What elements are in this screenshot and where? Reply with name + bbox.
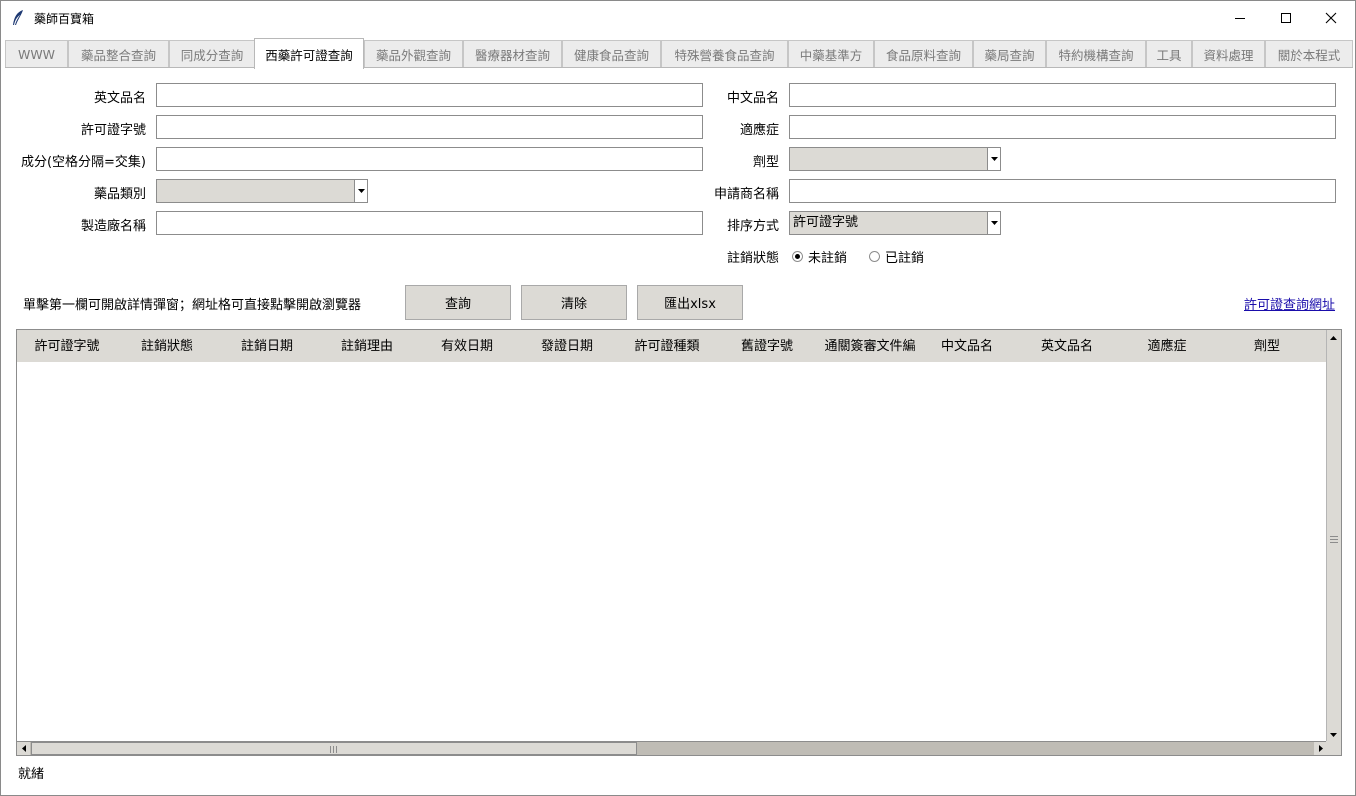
- tab-about[interactable]: 關於本程式: [1265, 40, 1353, 68]
- tab-drug-appearance[interactable]: 藥品外觀查詢: [364, 40, 463, 68]
- window-title: 藥師百寶箱: [34, 12, 95, 26]
- english-name-label: 英文品名: [93, 91, 146, 106]
- maximize-button[interactable]: [1263, 1, 1309, 35]
- horizontal-scrollbar[interactable]: [17, 741, 1327, 755]
- indication-label: 適應症: [739, 123, 779, 138]
- app-window: 藥師百寶箱 WWW 藥品整合查詢 同成分查詢 西藥許可證查詢 藥品外觀查詢 醫療…: [0, 0, 1356, 796]
- tab-www[interactable]: WWW: [5, 40, 68, 68]
- english-name-input[interactable]: [156, 83, 703, 107]
- column-header[interactable]: 英文品名: [1017, 330, 1117, 362]
- scrollbar-corner: [1326, 741, 1341, 755]
- chinese-name-label: 中文品名: [726, 91, 779, 106]
- close-button[interactable]: [1308, 1, 1354, 35]
- drug-category-select[interactable]: [156, 179, 368, 203]
- scroll-left-icon[interactable]: [17, 742, 30, 755]
- scroll-up-icon[interactable]: [1327, 331, 1340, 344]
- title-bar: 藥師百寶箱: [1, 1, 1355, 35]
- column-header[interactable]: 中文品名: [917, 330, 1017, 362]
- sort-by-label: 排序方式: [726, 219, 779, 234]
- cancel-status-label: 註銷狀態: [726, 251, 779, 266]
- tab-chinese-formula[interactable]: 中藥基準方: [788, 40, 874, 68]
- minimize-icon: [1235, 18, 1245, 19]
- radio-not-cancelled-label: 未註銷: [808, 251, 848, 266]
- indication-input[interactable]: [789, 115, 1336, 139]
- tab-food-ingredient[interactable]: 食品原料查詢: [874, 40, 973, 68]
- radio-checked-icon: [792, 251, 803, 262]
- maximize-icon: [1281, 13, 1291, 23]
- radio-unchecked-icon: [869, 251, 880, 262]
- status-bar: 就緒: [18, 767, 45, 782]
- applicant-label: 申請商名稱: [713, 187, 779, 202]
- usage-hint: 單擊第一欄可開啟詳情彈窗；網址格可直接點擊開啟瀏覽器: [23, 298, 362, 313]
- tab-tools[interactable]: 工具: [1146, 40, 1192, 68]
- tab-medical-device[interactable]: 醫療器材查詢: [463, 40, 562, 68]
- manufacturer-label: 製造廠名稱: [80, 219, 146, 234]
- chevron-down-icon: [987, 148, 1000, 170]
- dosage-form-select[interactable]: [789, 147, 1001, 171]
- column-header[interactable]: 許可證字號: [17, 330, 117, 362]
- column-header[interactable]: 通關簽審文件編: [823, 330, 917, 362]
- scroll-down-icon[interactable]: [1327, 728, 1340, 741]
- tab-drug-integrated[interactable]: 藥品整合查詢: [68, 40, 169, 68]
- drug-category-label: 藥品類別: [93, 187, 146, 202]
- applicant-input[interactable]: [789, 179, 1336, 203]
- column-header[interactable]: 許可證種類: [617, 330, 717, 362]
- column-header[interactable]: 適應症: [1117, 330, 1217, 362]
- feather-icon: [13, 10, 23, 25]
- license-no-label: 許可證字號: [80, 123, 146, 138]
- radio-cancelled[interactable]: 已註銷: [869, 247, 924, 266]
- manufacturer-input[interactable]: [156, 211, 703, 235]
- column-header[interactable]: 舊證字號: [717, 330, 817, 362]
- column-header[interactable]: 註銷理由: [317, 330, 417, 362]
- tab-health-food[interactable]: 健康食品查詢: [562, 40, 661, 68]
- dosage-form-label: 劑型: [752, 155, 779, 170]
- chevron-down-icon: [354, 180, 367, 202]
- column-header[interactable]: 註銷狀態: [117, 330, 217, 362]
- radio-cancelled-label: 已註銷: [885, 251, 925, 266]
- sort-by-value: 許可證字號: [793, 215, 859, 230]
- chinese-name-input[interactable]: [789, 83, 1336, 107]
- tab-contracted-institution[interactable]: 特約機構查詢: [1046, 40, 1146, 68]
- column-header[interactable]: 註銷日期: [217, 330, 317, 362]
- license-no-input[interactable]: [156, 115, 703, 139]
- close-icon: [1325, 12, 1337, 24]
- license-query-url-link[interactable]: 許可證查詢網址: [1244, 294, 1335, 313]
- sort-by-select[interactable]: 許可證字號: [789, 211, 1001, 235]
- ingredient-label: 成分(空格分隔=交集): [20, 155, 146, 170]
- minimize-button[interactable]: [1217, 1, 1263, 35]
- results-table[interactable]: 許可證字號 註銷狀態 註銷日期 註銷理由 有效日期 發證日期 許可證種類 舊證字…: [16, 329, 1342, 756]
- tab-panel-border: [5, 67, 1353, 68]
- ingredient-input[interactable]: [156, 147, 703, 171]
- column-header[interactable]: 有效日期: [417, 330, 517, 362]
- chevron-down-icon: [987, 212, 1000, 234]
- tab-data-processing[interactable]: 資料處理: [1192, 40, 1265, 68]
- column-header[interactable]: 發證日期: [517, 330, 617, 362]
- column-header[interactable]: 劑型: [1217, 330, 1317, 362]
- tab-western-license[interactable]: 西藥許可證查詢: [254, 38, 364, 69]
- horizontal-scroll-thumb[interactable]: [31, 742, 637, 755]
- tab-same-ingredient[interactable]: 同成分查詢: [169, 40, 255, 68]
- vertical-scrollbar[interactable]: [1326, 330, 1341, 742]
- table-header: 許可證字號 註銷狀態 註銷日期 註銷理由 有效日期 發證日期 許可證種類 舊證字…: [17, 330, 1327, 362]
- tab-special-nutrition[interactable]: 特殊營養食品查詢: [661, 40, 788, 68]
- tab-pharmacy[interactable]: 藥局查詢: [973, 40, 1046, 68]
- clear-button[interactable]: 清除: [521, 285, 627, 320]
- query-button[interactable]: 查詢: [405, 285, 511, 320]
- export-xlsx-button[interactable]: 匯出xlsx: [637, 285, 743, 320]
- tab-bar: WWW 藥品整合查詢 同成分查詢 西藥許可證查詢 藥品外觀查詢 醫療器材查詢 健…: [5, 38, 1353, 69]
- radio-not-cancelled[interactable]: 未註銷: [792, 247, 847, 266]
